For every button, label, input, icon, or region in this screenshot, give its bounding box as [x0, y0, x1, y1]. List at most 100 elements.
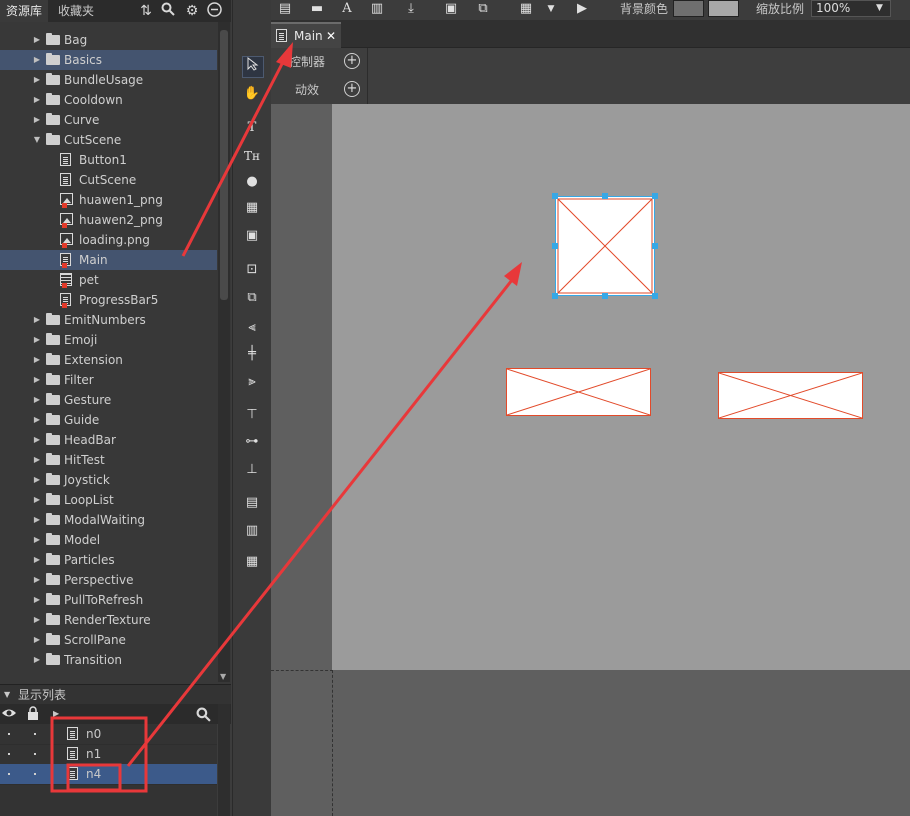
align-center-h-icon[interactable]: ╪ [242, 344, 262, 364]
display-list-scrollbar[interactable] [218, 704, 230, 816]
add-controller-icon[interactable]: + [344, 53, 360, 69]
stage-image-n1[interactable] [718, 372, 863, 419]
distribute-icon[interactable]: ▦ [242, 552, 262, 572]
close-icon[interactable]: ✕ [326, 24, 336, 48]
rectangle-icon[interactable]: ▬ [309, 0, 325, 18]
library-item[interactable]: huawen1_png [0, 190, 217, 210]
library-item[interactable]: ▶ HitTest [0, 450, 217, 470]
display-list-item[interactable]: n1 [0, 744, 217, 765]
expand-arrow-icon[interactable]: ▶ [32, 450, 42, 470]
minus-circle-icon[interactable] [205, 2, 223, 20]
collapse-arrow-icon[interactable]: ▼ [32, 130, 42, 150]
expand-arrow-icon[interactable]: ▶ [32, 610, 42, 630]
expand-arrow-icon[interactable]: ▶ [32, 330, 42, 350]
lock-dot-icon[interactable] [34, 733, 36, 735]
lock-dot-icon[interactable] [34, 773, 36, 775]
expand-arrow-icon[interactable]: ▶ [32, 630, 42, 650]
expand-arrow-icon[interactable]: ▶ [53, 704, 59, 724]
library-item[interactable]: ▶ PullToRefresh [0, 590, 217, 610]
library-item[interactable]: ▶ Bag [0, 30, 217, 50]
library-item[interactable]: ProgressBar5 [0, 290, 217, 310]
bg-color-swatch-1[interactable] [673, 0, 704, 17]
zoom-select[interactable]: 100% ▼ [811, 0, 891, 17]
align-center-v-icon[interactable]: ⊶ [242, 432, 262, 452]
expand-arrow-icon[interactable]: ▶ [32, 490, 42, 510]
resize-handle[interactable] [652, 243, 658, 249]
lock-dot-icon[interactable] [34, 753, 36, 755]
expand-arrow-icon[interactable]: ▶ [32, 50, 42, 70]
play-icon[interactable]: ▶ [574, 0, 590, 18]
library-item[interactable]: ▶ Filter [0, 370, 217, 390]
resize-handle[interactable] [552, 243, 558, 249]
bg-color-swatch-2[interactable] [708, 0, 739, 17]
library-item[interactable]: ▶ HeadBar [0, 430, 217, 450]
expand-arrow-icon[interactable]: ▶ [32, 370, 42, 390]
visibility-dot-icon[interactable] [8, 733, 10, 735]
library-item[interactable]: Main [0, 250, 217, 270]
expand-arrow-icon[interactable]: ▶ [32, 550, 42, 570]
save-all-icon[interactable]: ⧉ [475, 0, 491, 18]
library-item[interactable]: Button1 [0, 150, 217, 170]
resize-handle[interactable] [552, 293, 558, 299]
library-item[interactable]: ▶ BundleUsage [0, 70, 217, 90]
collapse-arrow-icon[interactable]: ▼ [4, 685, 10, 705]
library-item[interactable]: ▶ Basics [0, 50, 217, 70]
tab-favorites[interactable]: 收藏夹 [52, 0, 100, 22]
library-item[interactable]: ▶ Guide [0, 410, 217, 430]
expand-arrow-icon[interactable]: ▶ [32, 510, 42, 530]
display-list-item[interactable]: n0 [0, 724, 217, 745]
richtext-tool-icon[interactable]: Tʜ [242, 146, 262, 166]
align-top-icon[interactable]: ⊤ [242, 405, 262, 425]
display-list-search-icon[interactable] [196, 707, 211, 725]
same-height-icon[interactable]: ▥ [242, 521, 262, 541]
expand-arrow-icon[interactable]: ▶ [32, 30, 42, 50]
lock-icon[interactable] [27, 706, 39, 723]
display-list-item[interactable]: n4 [0, 764, 217, 785]
visibility-dot-icon[interactable] [8, 753, 10, 755]
stage-image-n0[interactable] [506, 368, 651, 416]
fit-tool-icon[interactable]: ⊡ [242, 260, 262, 280]
eye-icon[interactable] [1, 705, 17, 724]
expand-arrow-icon[interactable]: ▶ [32, 470, 42, 490]
library-item[interactable]: ▶ Cooldown [0, 90, 217, 110]
expand-arrow-icon[interactable]: ▶ [32, 570, 42, 590]
align-bottom-icon[interactable]: ⊥ [242, 460, 262, 480]
library-item[interactable]: ▶ Joystick [0, 470, 217, 490]
expand-arrow-icon[interactable]: ▶ [32, 110, 42, 130]
import-icon[interactable]: ⤓ [402, 0, 420, 18]
visibility-dot-icon[interactable] [8, 773, 10, 775]
resize-handle[interactable] [552, 193, 558, 199]
hand-tool-icon[interactable]: ✋ [242, 84, 262, 104]
library-item[interactable]: ▶ RenderTexture [0, 610, 217, 630]
library-item[interactable]: ▶ Model [0, 530, 217, 550]
library-item[interactable]: ▶ ModalWaiting [0, 510, 217, 530]
align-right-icon[interactable]: ⫸ [242, 372, 262, 392]
expand-arrow-icon[interactable]: ▶ [32, 70, 42, 90]
library-item[interactable]: huawen2_png [0, 210, 217, 230]
library-item[interactable]: ▶ Emoji [0, 330, 217, 350]
resize-handle[interactable] [602, 293, 608, 299]
library-item[interactable]: ▼ CutScene [0, 130, 217, 150]
library-item[interactable]: ▶ Extension [0, 350, 217, 370]
resize-handle[interactable] [652, 193, 658, 199]
movieclip-icon[interactable]: ▥ [369, 0, 385, 18]
tab-library[interactable]: 资源库 [0, 0, 49, 22]
graph-tool-icon[interactable]: ● [242, 172, 262, 192]
library-item[interactable]: CutScene [0, 170, 217, 190]
expand-arrow-icon[interactable]: ▶ [32, 430, 42, 450]
library-item[interactable]: ▶ EmitNumbers [0, 310, 217, 330]
list-tool-icon[interactable]: ▦ [242, 198, 262, 218]
library-item[interactable]: loading.png [0, 230, 217, 250]
library-item[interactable]: ▶ Particles [0, 550, 217, 570]
scroll-down-arrow-icon[interactable]: ▼ [220, 672, 226, 681]
publish-icon[interactable]: ▦ [517, 0, 535, 18]
expand-arrow-icon[interactable]: ▶ [32, 410, 42, 430]
library-item[interactable]: ▶ ScrollPane [0, 630, 217, 650]
library-item[interactable]: ▶ LoopList [0, 490, 217, 510]
expand-arrow-icon[interactable]: ▶ [32, 590, 42, 610]
save-icon[interactable]: ▣ [443, 0, 459, 18]
align-left-icon[interactable]: ⫷ [242, 318, 262, 338]
zoom-dropdown-icon[interactable]: ▼ [876, 1, 883, 15]
library-item[interactable]: ▶ Transition [0, 650, 217, 670]
resize-handle[interactable] [602, 193, 608, 199]
